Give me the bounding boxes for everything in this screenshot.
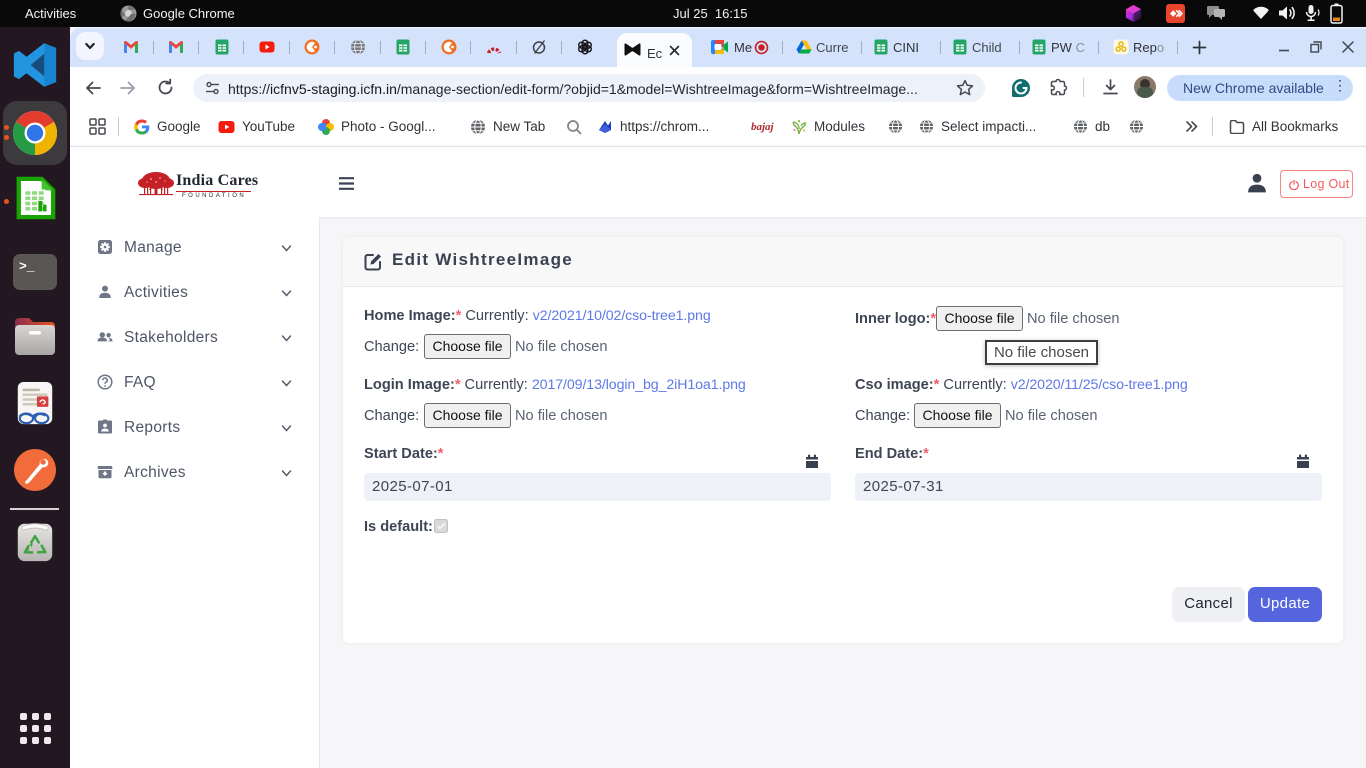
svg-text:>_: >_ (19, 259, 35, 274)
